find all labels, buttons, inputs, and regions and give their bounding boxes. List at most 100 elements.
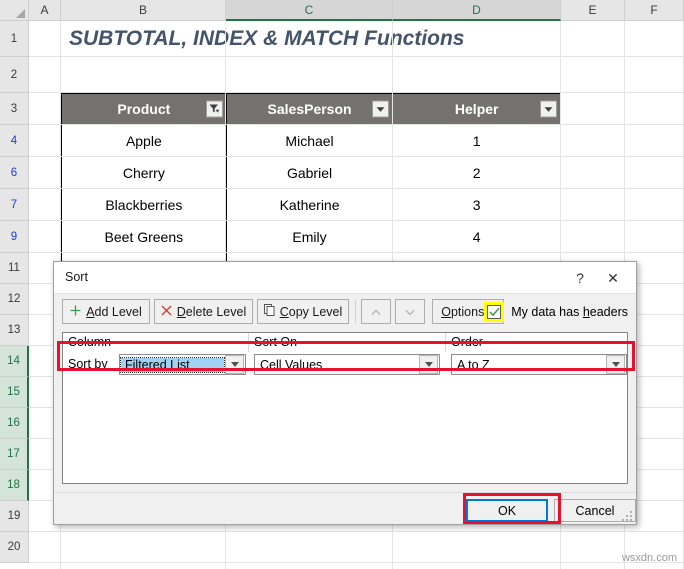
row-header-2[interactable]: 2 — [0, 57, 29, 93]
my-data-has-headers-checkbox[interactable]: My data has headers — [481, 300, 628, 323]
delete-level-label: Delete Level — [176, 304, 247, 319]
dialog-title: Sort — [65, 270, 88, 284]
table-header-label: Helper — [454, 101, 499, 117]
sort-order-select[interactable]: A to Z — [451, 354, 627, 375]
table-header-label: SalesPerson — [267, 101, 352, 117]
table-cell[interactable]: Emily — [225, 220, 394, 253]
row-header-15[interactable]: 15 — [0, 377, 29, 408]
sheet-title: SUBTOTAL, INDEX & MATCH Functions — [69, 27, 465, 50]
column-header-a[interactable]: A — [29, 0, 61, 21]
sort-criteria-row[interactable]: Sort by Filtered List Cell Values A to Z — [63, 352, 627, 378]
row-header-3[interactable]: 3 — [0, 93, 29, 125]
table-cell[interactable]: 1 — [392, 124, 561, 157]
row-header-7[interactable]: 7 — [0, 189, 29, 221]
row-header-20[interactable]: 20 — [0, 532, 29, 563]
criteria-header-divider-1 — [248, 333, 249, 352]
delete-level-button[interactable]: Delete Level — [154, 299, 253, 324]
row-header-12[interactable]: 12 — [0, 284, 29, 315]
row-header-14[interactable]: 14 — [0, 346, 29, 377]
move-down-button[interactable] — [395, 299, 425, 324]
gridline-horizontal — [29, 188, 684, 189]
table-cell[interactable]: Apple — [61, 124, 227, 157]
gridline-horizontal — [29, 531, 684, 532]
chevron-down-icon — [405, 305, 415, 319]
criteria-header-order: Order — [451, 335, 483, 349]
add-level-button[interactable]: Add Level — [62, 299, 150, 324]
filter-applied-icon[interactable] — [205, 100, 223, 118]
checkbox-box[interactable] — [487, 304, 502, 319]
column-header-d[interactable]: D — [393, 0, 561, 21]
select-all-corner[interactable] — [0, 0, 29, 21]
table-cell[interactable]: Beet Greens — [61, 220, 227, 253]
table-cell[interactable]: Cherry — [61, 156, 227, 189]
gridline-horizontal — [29, 220, 684, 221]
dialog-footer-divider — [54, 492, 636, 493]
sort-column-value: Filtered List — [120, 356, 225, 373]
table-cell[interactable]: Katherine — [225, 188, 394, 221]
table-row[interactable]: Apple Michael 1 — [61, 124, 561, 157]
sort-criteria-list[interactable]: Column Sort On Order Sort by Filtered Li… — [62, 332, 628, 484]
dialog-title-bar: Sort ? ✕ — [54, 262, 636, 294]
sort-dialog[interactable]: Sort ? ✕ Add Level Delete Level Copy Lev… — [53, 261, 637, 525]
table-row[interactable]: Blackberries Katherine 3 — [61, 188, 561, 221]
chevron-down-icon[interactable] — [225, 355, 244, 374]
column-header-b[interactable]: B — [61, 0, 226, 21]
column-header-c[interactable]: C — [226, 0, 393, 21]
row-header-19[interactable]: 19 — [0, 501, 29, 532]
watermark: wsxdn.com — [621, 552, 677, 564]
copy-icon — [263, 304, 275, 319]
checkbox-label: My data has headers — [511, 304, 628, 319]
chevron-down-icon[interactable] — [606, 355, 625, 374]
table-header-cell: Helper — [392, 93, 561, 125]
table-cell[interactable]: 2 — [392, 156, 561, 189]
row-header-4[interactable]: 4 — [0, 125, 29, 157]
move-up-button[interactable] — [361, 299, 391, 324]
filter-dropdown-icon[interactable] — [372, 100, 390, 118]
help-icon[interactable]: ? — [569, 267, 591, 289]
gridline-horizontal — [29, 156, 684, 157]
checkbox-highlight — [484, 301, 505, 322]
criteria-header-row: Column Sort On Order — [63, 333, 627, 352]
row-header-17[interactable]: 17 — [0, 439, 29, 470]
table-cell[interactable]: Blackberries — [61, 188, 227, 221]
row-header-11[interactable]: 11 — [0, 253, 29, 284]
gridline-horizontal — [29, 56, 684, 57]
row-header-18[interactable]: 18 — [0, 470, 29, 501]
gridline-horizontal — [29, 92, 684, 93]
table-row[interactable]: Cherry Gabriel 2 — [61, 156, 561, 189]
table-cell[interactable]: Gabriel — [225, 156, 394, 189]
resize-grip[interactable] — [622, 511, 633, 522]
excel-window: ABCDEF 1 2 3 4 6 7 9 11 12 13 14 15 16 17 18 19 20 SUBTO… — [0, 0, 684, 569]
row-header-9[interactable]: 9 — [0, 221, 29, 253]
table-header-cell: Product — [61, 93, 227, 125]
ok-button[interactable]: OK — [466, 499, 548, 522]
data-table: Product SalesPerson Helper Apple Michael 1 Ch… — [61, 93, 561, 285]
copy-level-button[interactable]: Copy Level — [257, 299, 349, 324]
toolbar-divider — [355, 300, 356, 323]
table-cell[interactable]: 3 — [392, 188, 561, 221]
table-cell[interactable]: 4 — [392, 220, 561, 253]
criteria-header-divider-2 — [445, 333, 446, 352]
gridline-horizontal — [29, 562, 684, 563]
row-header-1[interactable]: 1 — [0, 21, 29, 57]
table-row[interactable]: Beet Greens Emily 4 — [61, 220, 561, 253]
row-header-13[interactable]: 13 — [0, 315, 29, 346]
row-header-6[interactable]: 6 — [0, 157, 29, 189]
plus-icon — [70, 305, 81, 319]
sort-column-select[interactable]: Filtered List — [119, 354, 246, 375]
sort-by-label: Sort by — [68, 357, 108, 371]
cross-icon — [161, 305, 172, 319]
close-icon[interactable]: ✕ — [600, 267, 626, 289]
criteria-header-sort-on: Sort On — [254, 335, 298, 349]
chevron-down-icon[interactable] — [419, 355, 438, 374]
column-header-f[interactable]: F — [625, 0, 684, 21]
add-level-label: Add Level — [86, 304, 142, 319]
row-header-16[interactable]: 16 — [0, 408, 29, 439]
gridline-horizontal — [29, 252, 684, 253]
criteria-header-column: Column — [68, 335, 112, 349]
filter-dropdown-icon[interactable] — [540, 100, 557, 118]
chevron-up-icon — [371, 305, 381, 319]
table-cell[interactable]: Michael — [225, 124, 394, 157]
sort-on-select[interactable]: Cell Values — [254, 354, 440, 375]
column-header-e[interactable]: E — [561, 0, 625, 21]
